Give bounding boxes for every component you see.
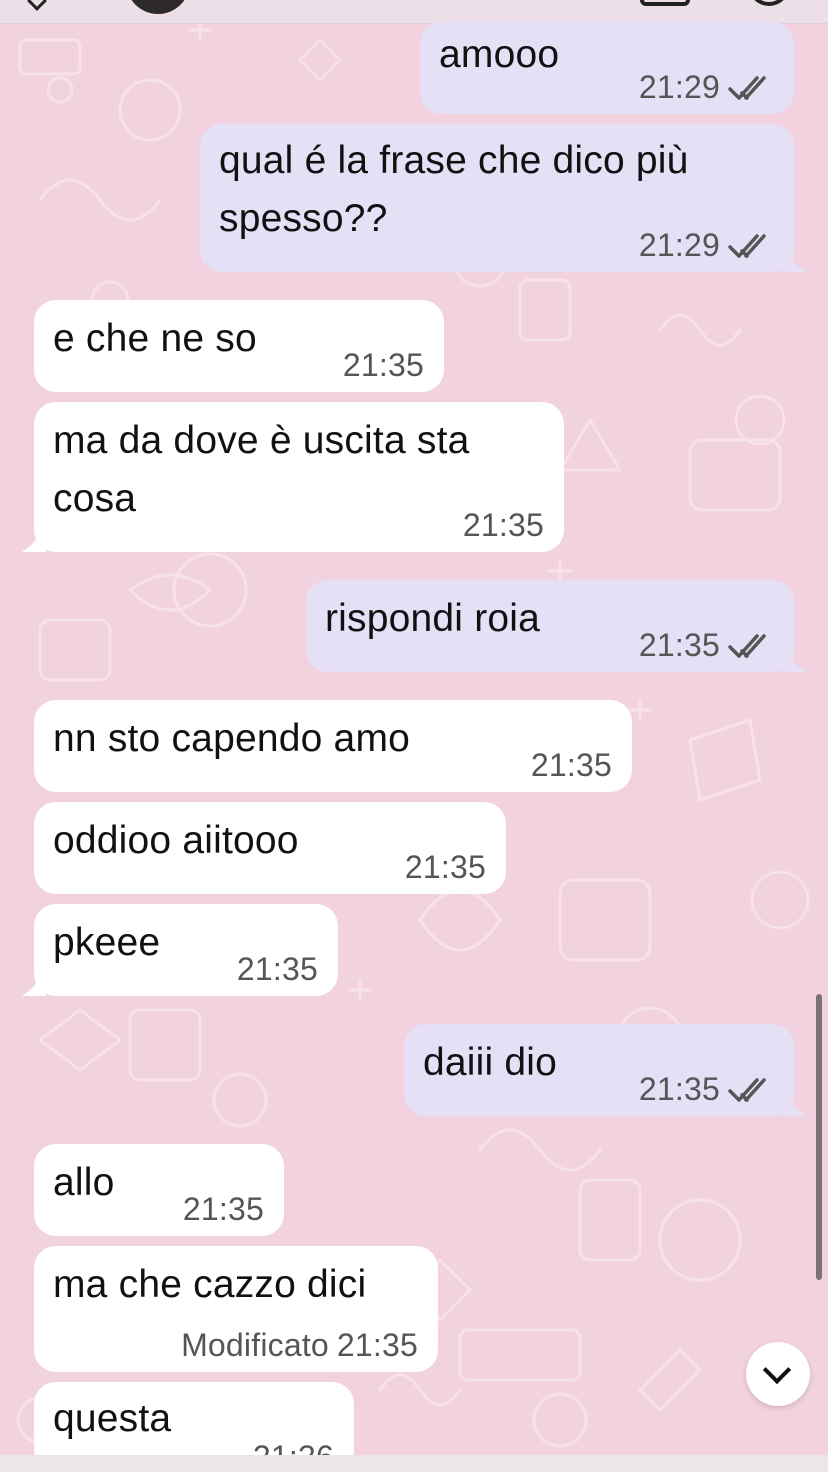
message-bubble-outgoing[interactable]: daiii dio 21:35 <box>404 1024 806 1116</box>
phone-call-icon[interactable] <box>748 0 790 6</box>
message-text: ma che cazzo dici <box>53 1263 367 1306</box>
back-chevron-icon[interactable] <box>27 0 47 11</box>
message-bubble-incoming[interactable]: ma che cazzo dici Modificato 21:35 <box>34 1246 438 1372</box>
message-meta: 21:35 <box>463 507 544 544</box>
message-text: ma da dove è uscita sta cosa <box>53 419 470 520</box>
message-text: amooo <box>439 33 560 76</box>
message-text: e che ne so <box>53 317 257 360</box>
message-meta: 21:29 <box>639 69 776 106</box>
message-bubble-incoming[interactable]: allo 21:35 <box>34 1144 284 1236</box>
message-text: pkeee <box>53 921 161 964</box>
message-meta: 21:35 <box>343 347 424 384</box>
message-text: questa <box>53 1397 172 1440</box>
message-time: 21:35 <box>404 849 486 885</box>
scrollbar[interactable] <box>816 994 822 1280</box>
message-text: daiii dio <box>423 1041 558 1084</box>
message-text: rispondi roia <box>325 597 541 640</box>
message-time: 21:35 <box>638 627 720 663</box>
double-check-icon <box>728 633 766 658</box>
chevron-down-icon <box>762 1355 792 1385</box>
message-meta: Modificato 21:35 <box>181 1327 418 1364</box>
message-time: 21:35 <box>462 507 544 543</box>
message-text: nn sto capendo amo <box>53 717 411 760</box>
message-time: 21:35 <box>236 951 318 987</box>
message-meta: 21:29 <box>639 227 776 264</box>
message-time: 21:35 <box>530 747 612 783</box>
message-time: 21:29 <box>638 69 720 105</box>
message-time: 21:29 <box>638 227 720 263</box>
message-time: 21:35 <box>336 1327 418 1363</box>
message-meta: 21:35 <box>531 747 612 784</box>
message-time: 21:35 <box>638 1071 720 1107</box>
message-time: 21:35 <box>342 347 424 383</box>
message-meta: 21:35 <box>639 627 776 664</box>
video-call-icon[interactable] <box>640 0 690 6</box>
message-meta: 21:35 <box>405 849 486 886</box>
message-meta: 21:35 <box>639 1071 776 1108</box>
message-bubble-outgoing[interactable]: qual é la frase che dico più spesso?? 21… <box>200 124 806 272</box>
message-bubble-incoming[interactable]: ma da dove è uscita sta cosa 21:35 <box>22 402 564 552</box>
message-bubble-incoming[interactable]: oddioo aiitooo 21:35 <box>34 802 506 894</box>
edited-label: Modificato <box>181 1327 329 1363</box>
message-bubble-incoming[interactable]: pkeee 21:35 <box>22 904 338 996</box>
chat-header <box>0 0 828 24</box>
message-text: qual é la frase che dico più spesso?? <box>219 139 689 240</box>
message-text: oddioo aiitooo <box>53 819 299 862</box>
scroll-to-bottom-button[interactable] <box>746 1342 810 1406</box>
message-bubble-outgoing[interactable]: amooo 21:29 <box>420 22 794 114</box>
input-bar-edge <box>0 1455 828 1472</box>
message-bubble-incoming[interactable]: nn sto capendo amo 21:35 <box>34 700 632 792</box>
double-check-icon <box>728 75 766 100</box>
message-meta: 21:35 <box>183 1191 264 1228</box>
message-text: allo <box>53 1161 115 1204</box>
double-check-icon <box>728 233 766 258</box>
message-time: 21:35 <box>182 1191 264 1227</box>
message-bubble-incoming[interactable]: e che ne so 21:35 <box>34 300 444 392</box>
message-meta: 21:35 <box>237 951 318 988</box>
avatar[interactable] <box>126 0 190 14</box>
double-check-icon <box>728 1077 766 1102</box>
message-bubble-outgoing[interactable]: rispondi roia 21:35 <box>306 580 806 672</box>
